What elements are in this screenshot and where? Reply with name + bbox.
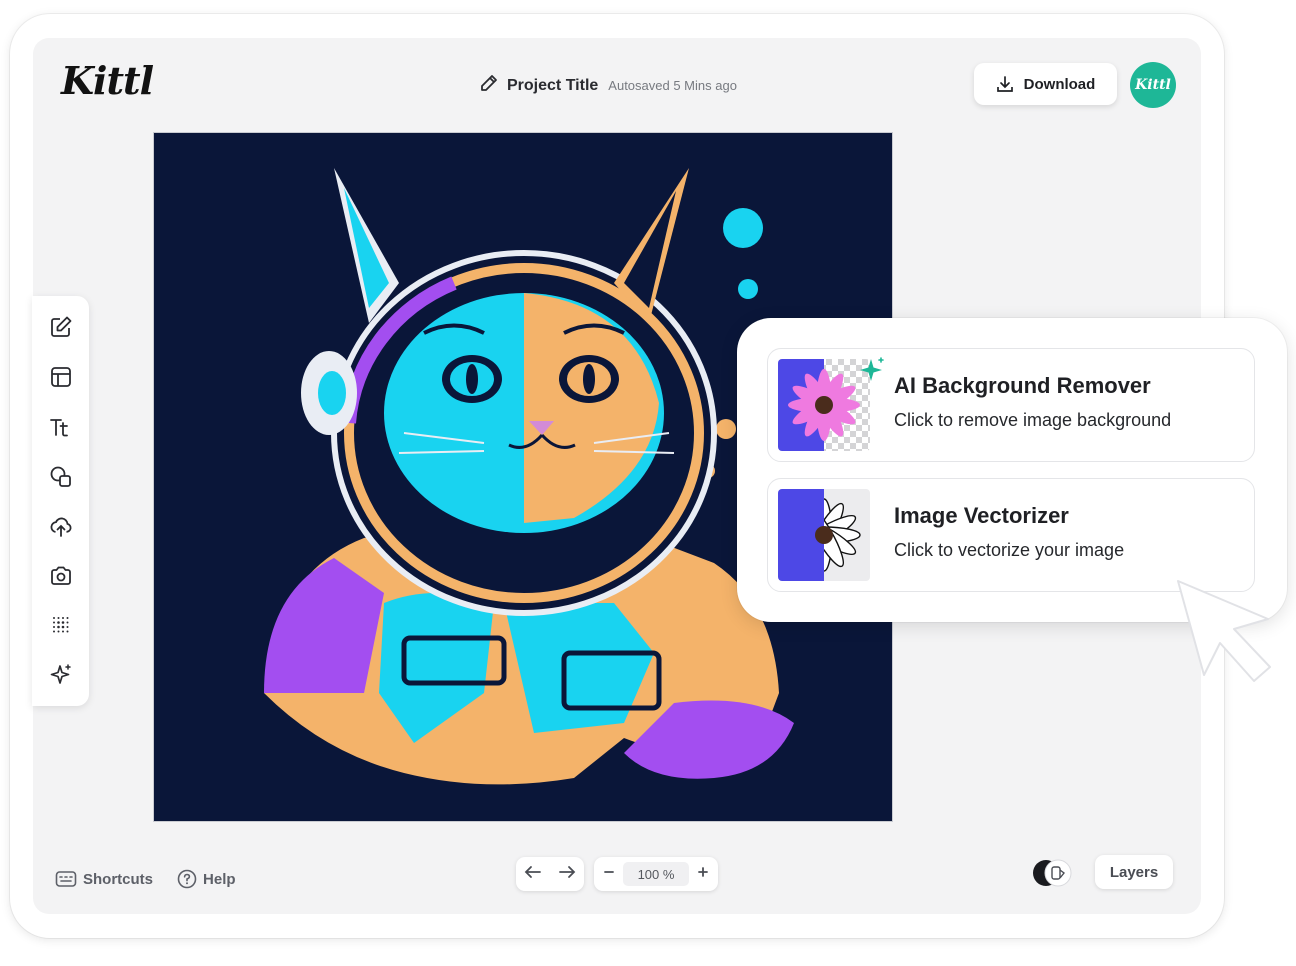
project-title-area[interactable]: Project Title Autosaved 5 Mins ago [479,73,737,98]
upload-icon [50,517,72,537]
vectorizer-title: Image Vectorizer [894,503,1069,528]
theme-toggle[interactable] [1031,858,1079,888]
footer-left: Shortcuts Help [55,869,236,889]
help-icon [177,869,197,889]
shapes-icon [50,466,71,487]
texture-icon [53,617,69,633]
kittl-logo[interactable]: Kittl [61,58,154,103]
edit-tool[interactable] [46,312,76,342]
plus-icon [698,867,708,877]
mouse-pointer-icon [1177,580,1271,682]
undo-redo-group [516,857,584,891]
bg-remover-title: AI Background Remover [894,373,1151,398]
templates-tool[interactable] [46,362,76,392]
zoom-out-button[interactable] [602,865,616,883]
camera-tool[interactable] [46,561,76,591]
undo-button[interactable] [524,865,542,884]
ai-sparkle-icon [50,664,71,684]
undo-icon [524,865,541,878]
left-toolbar [32,296,89,706]
avatar-text: Kittl [1135,77,1171,93]
download-label: Download [1023,75,1096,93]
layers-button[interactable]: Layers [1095,855,1173,889]
bg-remover-thumbnail [778,359,870,451]
ai-background-remover-card[interactable]: AI Background Remover Click to remove im… [767,348,1255,462]
download-icon [996,76,1013,92]
minus-icon [604,871,614,873]
text-icon [50,419,68,437]
zoom-controls: 100 % [594,857,718,891]
avatar[interactable]: Kittl [1130,62,1176,108]
bg-remover-desc: Click to remove image background [894,410,1172,430]
download-button[interactable]: Download [974,63,1117,105]
templates-icon [51,367,71,387]
zoom-level[interactable]: 100 % [623,862,689,886]
help-label: Help [203,870,236,888]
pencil-icon[interactable] [479,73,499,98]
camera-icon [51,566,71,585]
vectorizer-desc: Click to vectorize your image [894,540,1125,560]
sparkle-icon [860,357,884,381]
ai-tool[interactable] [46,660,76,690]
autosave-status: Autosaved 5 Mins ago [608,78,737,93]
shapes-tool[interactable] [46,462,76,492]
help-button[interactable]: Help [177,869,236,889]
redo-button[interactable] [558,865,576,884]
keyboard-icon [55,871,77,887]
project-title[interactable]: Project Title [507,77,598,95]
edit-icon [51,316,72,337]
upload-tool[interactable] [46,512,76,542]
redo-icon [559,865,576,878]
text-tool[interactable] [46,412,76,442]
shortcuts-button[interactable]: Shortcuts [55,870,153,888]
zoom-in-button[interactable] [696,865,710,883]
shortcuts-label: Shortcuts [83,870,154,888]
vectorizer-thumbnail [778,489,870,581]
contrast-icon [1033,859,1072,887]
texture-tool[interactable] [46,610,76,640]
